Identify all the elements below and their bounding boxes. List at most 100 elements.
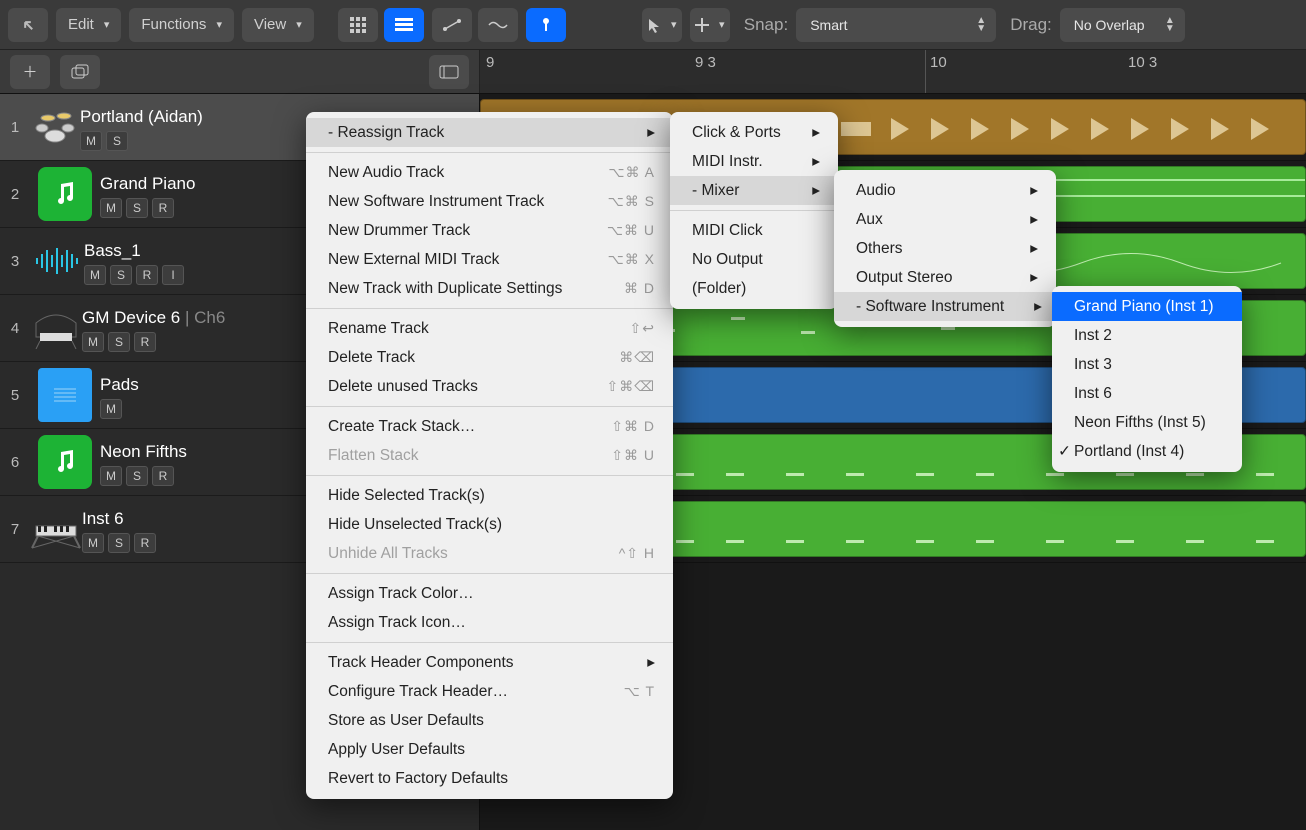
shortcut: ⌥⌘ S <box>608 193 655 210</box>
view-menu[interactable]: View▾ <box>242 8 314 42</box>
menu-item-label: Store as User Defaults <box>328 712 484 730</box>
track-s-button[interactable]: S <box>126 466 148 486</box>
submenu-reassign[interactable]: Click & Ports▸MIDI Instr.▸- Mixer▸ MIDI C… <box>670 112 838 309</box>
automation-button[interactable] <box>432 8 472 42</box>
menu-item[interactable]: Rename Track⇧↩ <box>306 314 673 343</box>
shortcut: ⇧⌘ U <box>611 447 655 464</box>
menu-item[interactable]: New Track with Duplicate Settings⌘ D <box>306 274 673 303</box>
menu-item[interactable]: No Output <box>670 245 838 274</box>
chevron-down-icon: ▾ <box>296 18 302 31</box>
menu-item[interactable]: Store as User Defaults <box>306 706 673 735</box>
menu-item[interactable]: Revert to Factory Defaults <box>306 764 673 793</box>
menu-item[interactable]: Configure Track Header…⌥ T <box>306 677 673 706</box>
menu-item[interactable]: Inst 3 <box>1052 350 1242 379</box>
ruler[interactable]: 9 9 3 10 10 3 <box>480 50 1306 93</box>
duplicate-track-button[interactable] <box>60 55 100 89</box>
track-icon <box>30 435 100 489</box>
menu-item[interactable]: MIDI Instr.▸ <box>670 147 838 176</box>
track-icon <box>30 506 82 553</box>
menu-item-label: Audio <box>856 182 896 200</box>
menu-item[interactable]: Assign Track Icon… <box>306 608 673 637</box>
track-r-button[interactable]: R <box>152 466 174 486</box>
track-m-button[interactable]: M <box>100 399 122 419</box>
menu-item[interactable]: Aux▸ <box>834 205 1056 234</box>
menu-item[interactable]: Output Stereo ▸ <box>834 263 1056 292</box>
menu-item-label: Output Stereo <box>856 269 953 287</box>
global-tracks-button[interactable] <box>429 55 469 89</box>
track-s-button[interactable]: S <box>106 131 128 151</box>
track-m-button[interactable]: M <box>82 332 104 352</box>
menu-item[interactable]: - Mixer▸ <box>670 176 838 205</box>
track-s-button[interactable]: S <box>110 265 132 285</box>
menu-item[interactable]: Others▸ <box>834 234 1056 263</box>
track-r-button[interactable]: R <box>152 198 174 218</box>
chevron-right-icon: ▸ <box>1034 297 1042 316</box>
menu-item-label: Inst 2 <box>1074 327 1112 345</box>
track-r-button[interactable]: R <box>136 265 158 285</box>
pointer-tool[interactable]: ▾ <box>642 8 682 42</box>
track-m-button[interactable]: M <box>84 265 106 285</box>
add-track-button[interactable]: ＋ <box>10 55 50 89</box>
submenu-software-instrument[interactable]: Grand Piano (Inst 1) Inst 2 Inst 3Inst 6Ne… <box>1052 286 1242 472</box>
track-r-button[interactable]: R <box>134 332 156 352</box>
track-s-button[interactable]: S <box>108 332 130 352</box>
menu-item[interactable]: Hide Selected Track(s) <box>306 481 673 510</box>
menu-item[interactable]: New External MIDI Track⌥⌘ X <box>306 245 673 274</box>
catch-playhead-button[interactable] <box>526 8 566 42</box>
track-number: 7 <box>0 521 30 538</box>
track-s-button[interactable]: S <box>108 533 130 553</box>
track-i-button[interactable]: I <box>162 265 184 285</box>
menu-item[interactable]: Track Header Components▸ <box>306 648 673 677</box>
track-m-button[interactable]: M <box>82 533 104 553</box>
menu-item[interactable]: New Drummer Track⌥⌘ U <box>306 216 673 245</box>
submenu-mixer[interactable]: Audio▸Aux▸Others▸Output Stereo▸- Softwar… <box>834 170 1056 327</box>
track-icon <box>30 167 100 221</box>
menu-item-label: New External MIDI Track <box>328 251 499 269</box>
menu-item[interactable]: Inst 6 <box>1052 379 1242 408</box>
menu-item[interactable]: Apply User Defaults <box>306 735 673 764</box>
functions-menu[interactable]: Functions▾ <box>129 8 234 42</box>
menu-item[interactable]: ✓Portland (Inst 4) <box>1052 437 1242 466</box>
context-menu[interactable]: - Reassign Track▸New Audio Track⌥⌘ ANew … <box>306 112 673 799</box>
track-m-button[interactable]: M <box>80 131 102 151</box>
chevron-down-icon: ▾ <box>216 18 222 31</box>
flex-button[interactable] <box>478 8 518 42</box>
menu-item[interactable]: Delete Track⌘⌫ <box>306 343 673 372</box>
menu-item[interactable]: Hide Unselected Track(s) <box>306 510 673 539</box>
menu-item[interactable]: Grand Piano (Inst 1) <box>1052 292 1242 321</box>
alt-tool[interactable]: ▾ <box>690 8 730 42</box>
menu-item: Unhide All Tracks^⇧ H <box>306 539 673 568</box>
menu-separator <box>306 406 673 407</box>
menu-item-label: New Track with Duplicate Settings <box>328 280 562 298</box>
grid-view-button[interactable] <box>338 8 378 42</box>
track-m-button[interactable]: M <box>100 466 122 486</box>
menu-item[interactable]: (Folder) <box>670 274 838 303</box>
drag-select[interactable]: No Overlap ▲▼ <box>1060 8 1185 42</box>
menu-item-label: MIDI Instr. <box>692 153 763 171</box>
menu-item[interactable]: New Audio Track⌥⌘ A <box>306 158 673 187</box>
menu-item[interactable]: Delete unused Tracks⇧⌘⌫ <box>306 372 673 401</box>
chevron-right-icon: ▸ <box>647 653 655 672</box>
menu-item[interactable]: - Reassign Track▸ <box>306 118 673 147</box>
track-s-button[interactable]: S <box>126 198 148 218</box>
menu-item[interactable]: New Software Instrument Track⌥⌘ S <box>306 187 673 216</box>
snap-select[interactable]: Smart ▲▼ <box>796 8 996 42</box>
chevron-right-icon: ▸ <box>1030 210 1038 229</box>
menu-item[interactable]: Audio▸ <box>834 176 1056 205</box>
track-m-button[interactable]: M <box>100 198 122 218</box>
menu-item[interactable]: Click & Ports▸ <box>670 118 838 147</box>
edit-menu[interactable]: Edit▾ <box>56 8 121 42</box>
menu-item[interactable]: Assign Track Color… <box>306 579 673 608</box>
back-button[interactable] <box>8 8 48 42</box>
track-r-button[interactable]: R <box>134 533 156 553</box>
menu-item[interactable]: Neon Fifths (Inst 5) <box>1052 408 1242 437</box>
menu-item[interactable]: - Software Instrument▸ <box>834 292 1056 321</box>
chevron-right-icon: ▸ <box>1030 268 1038 287</box>
menu-item[interactable]: Inst 2 <box>1052 321 1242 350</box>
shortcut: ⇧⌘⌫ <box>606 378 655 395</box>
menu-item[interactable]: Create Track Stack…⇧⌘ D <box>306 412 673 441</box>
menu-item[interactable]: MIDI Click <box>670 216 838 245</box>
list-view-button[interactable] <box>384 8 424 42</box>
menu-item-label: Hide Selected Track(s) <box>328 487 485 505</box>
drag-value: No Overlap <box>1074 17 1145 33</box>
